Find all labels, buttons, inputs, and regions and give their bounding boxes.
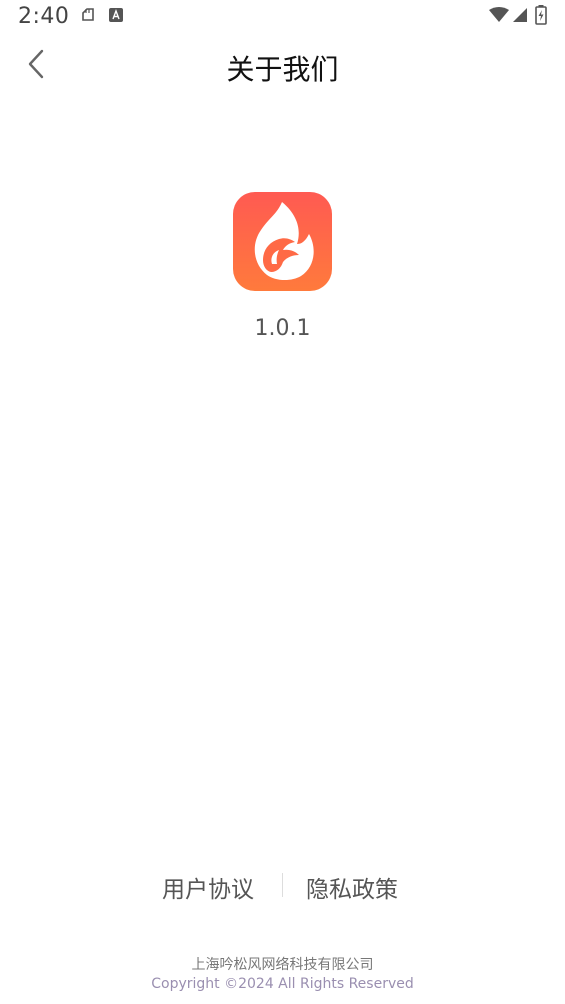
status-time: 2:40 [18, 4, 70, 29]
font-icon [108, 7, 124, 27]
notification-icon [80, 7, 96, 27]
link-divider [282, 873, 283, 897]
privacy-policy-link[interactable]: 隐私政策 [306, 870, 398, 904]
legal-links: 用户协议 隐私政策 [0, 868, 565, 904]
app-logo [233, 192, 332, 291]
user-agreement-link[interactable]: 用户协议 [162, 870, 254, 904]
signal-icon [512, 7, 528, 27]
battery-charging-icon [535, 5, 547, 29]
copyright-text: Copyright ©2024 All Rights Reserved [151, 976, 414, 992]
company-name: 上海吟松风网络科技有限公司 [191, 957, 374, 973]
app-version: 1.0.1 [254, 316, 311, 341]
page-title: 关于我们 [226, 53, 339, 86]
wifi-icon [489, 7, 509, 27]
status-bar: 2:40 [0, 0, 565, 34]
nav-bar: 关于我们 [0, 34, 565, 100]
flame-rabbit-logo [254, 202, 314, 281]
